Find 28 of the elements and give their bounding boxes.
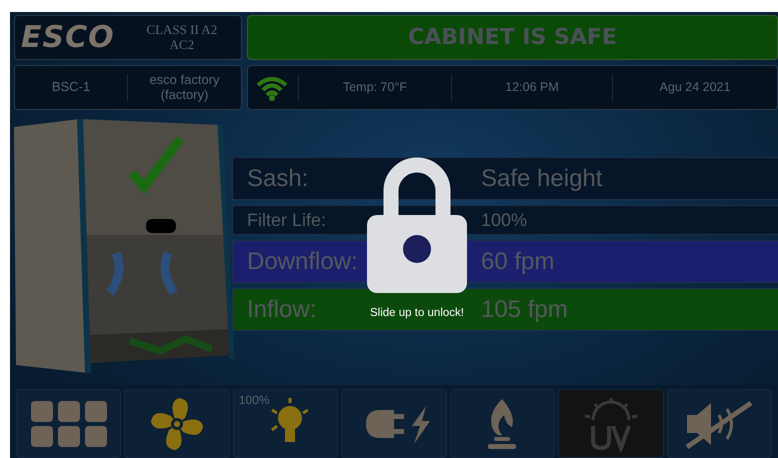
mute-button[interactable] — [666, 389, 772, 458]
reading-value: 100% — [481, 210, 528, 230]
reading-value: 105 fpm — [481, 296, 568, 324]
outlet-button[interactable] — [341, 389, 447, 458]
reading-label: Inflow: — [247, 296, 316, 324]
uv-lamp-icon — [582, 396, 639, 452]
reading-label: Filter Life: — [247, 210, 326, 230]
padlock-icon — [367, 157, 467, 293]
reading-label: Sash: — [247, 164, 308, 192]
light-level: 100% — [238, 393, 270, 407]
status-text: CABINET IS SAFE — [407, 25, 618, 50]
reading-value: 60 fpm — [481, 248, 554, 276]
fan-icon — [149, 396, 206, 452]
user-name: esco factory (factory) — [148, 72, 221, 102]
brand-logo: ESCO — [20, 20, 116, 55]
fan-button[interactable] — [124, 389, 230, 458]
time-display: 12:06 PM — [504, 80, 560, 95]
gas-button[interactable] — [450, 389, 556, 458]
grid-icon — [30, 400, 107, 446]
reading-value: Safe height — [481, 164, 602, 192]
cabinet-class: CLASS II A2 AC2 — [145, 22, 218, 52]
reading-label: Downflow: — [247, 248, 358, 276]
menu-button[interactable] — [16, 389, 122, 458]
cabinet-id: BSC-1 — [50, 80, 92, 95]
temperature-reading: Temp: 70°F — [342, 80, 408, 95]
light-button[interactable]: 100% — [232, 389, 338, 458]
unlock-hint: Slide up to unlock! — [370, 307, 464, 319]
date-display: Agu 24 2021 — [658, 80, 732, 95]
